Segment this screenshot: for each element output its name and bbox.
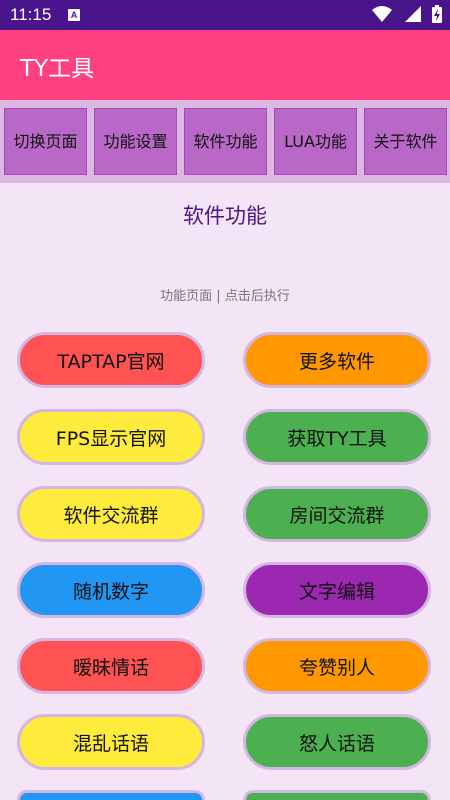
random-number-button[interactable]: 随机数字 <box>17 562 205 618</box>
signal-icon <box>404 6 421 22</box>
chaotic-words-button[interactable]: 混乱话语 <box>17 714 205 770</box>
tab-switch-page[interactable]: 切换页面 <box>4 108 87 175</box>
praise-others-button[interactable]: 夸赞别人 <box>243 638 431 694</box>
fps-display-site-button[interactable]: FPS显示官网 <box>17 409 205 465</box>
tab-function-settings[interactable]: 功能设置 <box>94 108 177 175</box>
partial-button-right[interactable] <box>243 790 431 800</box>
app-bar: TY工具 <box>0 30 450 100</box>
page-subtitle: 功能页面 | 点击后执行 <box>160 289 290 304</box>
partial-button-left[interactable] <box>17 790 205 800</box>
taptap-site-button[interactable]: TAPTAP官网 <box>17 332 205 388</box>
tab-software-functions[interactable]: 软件功能 <box>184 108 267 175</box>
text-edit-button[interactable]: 文字编辑 <box>243 562 431 618</box>
status-bar: 11:15 A <box>0 0 450 30</box>
room-group-button[interactable]: 房间交流群 <box>243 486 431 542</box>
software-group-button[interactable]: 软件交流群 <box>17 486 205 542</box>
status-time: 11:15 <box>10 5 52 24</box>
tab-lua-functions[interactable]: LUA功能 <box>274 108 357 175</box>
app-title: TY工具 <box>20 56 95 82</box>
battery-charging-icon <box>432 5 442 23</box>
more-software-button[interactable]: 更多软件 <box>243 332 431 388</box>
status-icons <box>366 5 442 25</box>
page-title: 软件功能 <box>183 204 267 228</box>
get-ty-tool-button[interactable]: 获取TY工具 <box>243 409 431 465</box>
tab-about-software[interactable]: 关于软件 <box>364 108 447 175</box>
wifi-icon <box>371 6 392 22</box>
notification-a-icon: A <box>68 9 80 21</box>
angry-words-button[interactable]: 怒人话语 <box>243 714 431 770</box>
flirty-words-button[interactable]: 暧昧情话 <box>17 638 205 694</box>
nav-tab-row: 切换页面 功能设置 软件功能 LUA功能 关于软件 <box>0 100 450 183</box>
